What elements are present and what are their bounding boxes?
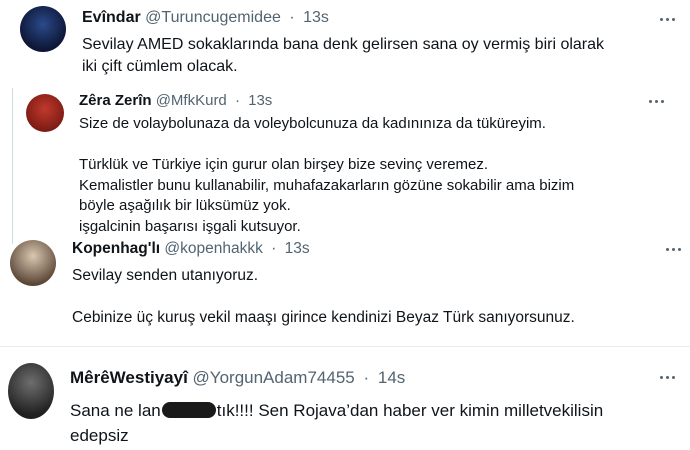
separator-dot: · xyxy=(234,92,240,109)
user-handle[interactable]: @kopenhakkk xyxy=(164,240,262,257)
timestamp[interactable]: 14s xyxy=(378,368,405,387)
quoted-tweet[interactable]: Zêra Zerîn @MfkKurd · 13s Size de volayb… xyxy=(12,88,684,244)
avatar[interactable] xyxy=(8,363,54,419)
separator-dot: · xyxy=(289,9,295,26)
display-name[interactable]: Zêra Zerîn xyxy=(79,92,152,109)
tweet-text-line: Kemalistler bunu kullanabilir, muhafazak… xyxy=(79,176,575,194)
tweet-header: MêrêWestiyayî @YorgunAdam74455 · 14s xyxy=(70,368,405,388)
tweet-text-line: Türklük ve Türkiye için gurur olan birşe… xyxy=(79,156,489,173)
tweet-text: Sevilay AMED sokaklarında bana denk geli… xyxy=(82,34,604,78)
tweet-text-line: edepsiz xyxy=(70,426,129,445)
text-segment: Sana ne lan xyxy=(70,401,161,420)
timestamp[interactable]: 13s xyxy=(285,240,310,257)
avatar[interactable] xyxy=(20,6,66,52)
tweet-text-line: Sevilay AMED sokaklarında bana denk geli… xyxy=(82,36,605,53)
display-name[interactable]: Kopenhag'lı xyxy=(72,240,160,257)
tweet-mere-westiyayi[interactable]: MêrêWestiyayî @YorgunAdam74455 · 14s San… xyxy=(0,356,690,450)
tweet-text: Size de volaybolunaza da voleybolcunuza … xyxy=(79,114,574,237)
user-handle[interactable]: @Turuncugemidee xyxy=(145,9,281,26)
tweet-text: Sana ne lan tık!!!! Sen Rojava’dan haber … xyxy=(70,398,603,448)
tweet-text-line: Sevilay senden utanıyoruz. xyxy=(72,267,259,284)
separator-dot: · xyxy=(363,368,370,387)
more-options-icon[interactable] xyxy=(660,376,675,379)
tweet-header: Zêra Zerîn @MfkKurd · 13s xyxy=(79,92,272,109)
tweet-header: Kopenhag'lı @kopenhakkk · 13s xyxy=(72,240,310,258)
text-segment: tık xyxy=(216,401,235,420)
text-segment: !!!! Sen Rojava’dan haber ver kimin mill… xyxy=(234,401,604,420)
tweet-header: Evîndar @Turuncugemidee · 13s xyxy=(82,9,329,27)
tweet-text-line xyxy=(72,286,575,307)
display-name[interactable]: Evîndar xyxy=(82,9,141,26)
tweet-text-line: Size de volaybolunaza da voleybolcunuza … xyxy=(79,115,546,132)
display-name[interactable]: MêrêWestiyayî xyxy=(70,368,188,387)
tweet-text: Sevilay senden utanıyoruz. Cebinize üç k… xyxy=(72,265,575,328)
more-options-icon[interactable] xyxy=(666,248,681,251)
redaction-mark xyxy=(161,402,216,418)
more-options-icon[interactable] xyxy=(660,18,675,21)
timestamp[interactable]: 13s xyxy=(248,92,272,109)
avatar[interactable] xyxy=(10,240,56,286)
tweet-evindar[interactable]: Evîndar @Turuncugemidee · 13s Sevilay AM… xyxy=(0,0,690,88)
tweet-text-line: böyle aşağılık bir lüksümüz yok. xyxy=(79,197,291,214)
more-options-icon[interactable] xyxy=(649,100,664,103)
divider xyxy=(0,346,690,347)
tweet-text-line: iki çift cümlem olacak. xyxy=(82,58,238,75)
tweet-kopenhagli[interactable]: Kopenhag'lı @kopenhakkk · 13s Sevilay se… xyxy=(0,232,690,344)
user-handle[interactable]: @MfkKurd xyxy=(156,92,227,109)
tweet-text-line: Cebinize üç kuruş vekil maaşı girince ke… xyxy=(72,309,575,326)
separator-dot: · xyxy=(271,240,277,257)
avatar[interactable] xyxy=(26,94,64,132)
tweet-text-line xyxy=(79,135,574,156)
timestamp[interactable]: 13s xyxy=(303,9,329,26)
user-handle[interactable]: @YorgunAdam74455 xyxy=(193,368,355,387)
tweet-text-line: Sana ne lan tık!!!! Sen Rojava’dan haber … xyxy=(70,398,603,423)
